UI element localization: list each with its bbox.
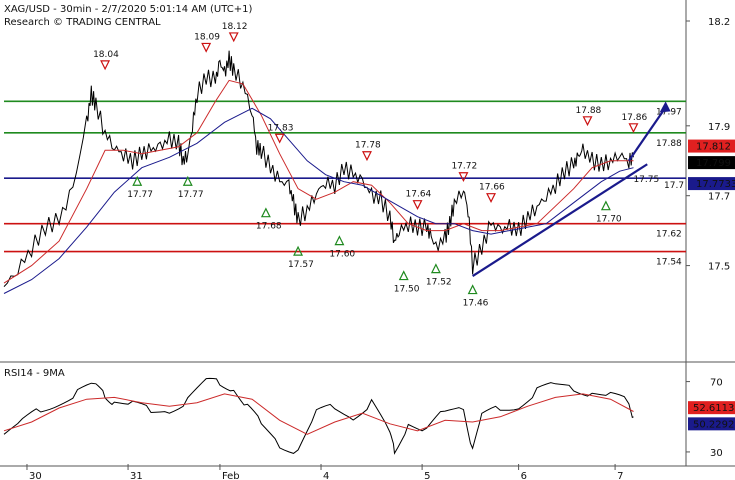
price-tag-label: 17.812 [696, 142, 731, 153]
high-label: 18.04 [93, 50, 119, 60]
low-label: 17.77 [178, 190, 204, 200]
high-label: 17.78 [355, 141, 381, 151]
high-label: 17.66 [479, 183, 505, 193]
high-label: 17.72 [451, 162, 477, 172]
high-label: 18.09 [194, 32, 220, 42]
high-label: 17.64 [406, 190, 432, 200]
x-tick-label: 30 [29, 471, 42, 480]
x-tick-label: Feb [222, 471, 240, 480]
price-tag-label: 17.7733 [696, 179, 735, 190]
low-label: 17.77 [127, 190, 153, 200]
y-tick-label: 17.7 [708, 192, 730, 203]
rsi-tag-label: 50.2292 [693, 419, 734, 430]
y-tick-label: 17.5 [708, 262, 730, 273]
high-label: 17.88 [576, 106, 602, 116]
chart-canvas: 17.9717.8817.717.6217.54 17.7518.0418.09… [0, 0, 735, 480]
chart-source: Research © TRADING CENTRAL [4, 17, 161, 28]
x-tick-label: 5 [424, 471, 430, 480]
level-chart-label: 17.75 [633, 175, 659, 185]
x-tick-label: 7 [617, 471, 623, 480]
high-label: 17.83 [268, 123, 294, 133]
low-label: 17.57 [288, 260, 314, 270]
y-tick-label: 18.2 [708, 17, 730, 28]
level-label: 17.62 [656, 230, 682, 240]
y-tick-label: 17.9 [708, 122, 730, 133]
high-label: 17.86 [621, 113, 647, 123]
rsi-title: RSI14 - 9MA [4, 368, 65, 379]
chart-root: 17.97 17.88 17.7 17.62 17.54 17.75 18.04 18.09… [0, 0, 735, 480]
x-tick-label: 4 [323, 471, 329, 480]
rsi-tag-label: 52.6113 [693, 403, 734, 414]
chart-header: XAG/USD - 30min - 2/7/2020 5:01:14 AM (U… [4, 3, 252, 29]
rsi-y-tick-label: 30 [710, 448, 723, 459]
low-label: 17.68 [256, 222, 282, 232]
level-label: 17.54 [656, 258, 682, 268]
price-tag-label: 17.799 [696, 158, 731, 169]
x-tick-label: 31 [130, 471, 143, 480]
low-label: 17.50 [394, 285, 420, 295]
level-label: 17.88 [656, 139, 682, 149]
low-label: 17.60 [329, 250, 355, 260]
low-label: 17.52 [426, 278, 452, 288]
low-label: 17.46 [463, 299, 489, 309]
level-label: 17.7 [664, 181, 684, 191]
rsi-y-tick-label: 70 [710, 378, 723, 389]
x-tick-label: 6 [521, 471, 527, 480]
chart-title: XAG/USD - 30min - 2/7/2020 5:01:14 AM (U… [4, 4, 253, 15]
low-label: 17.70 [596, 215, 622, 225]
